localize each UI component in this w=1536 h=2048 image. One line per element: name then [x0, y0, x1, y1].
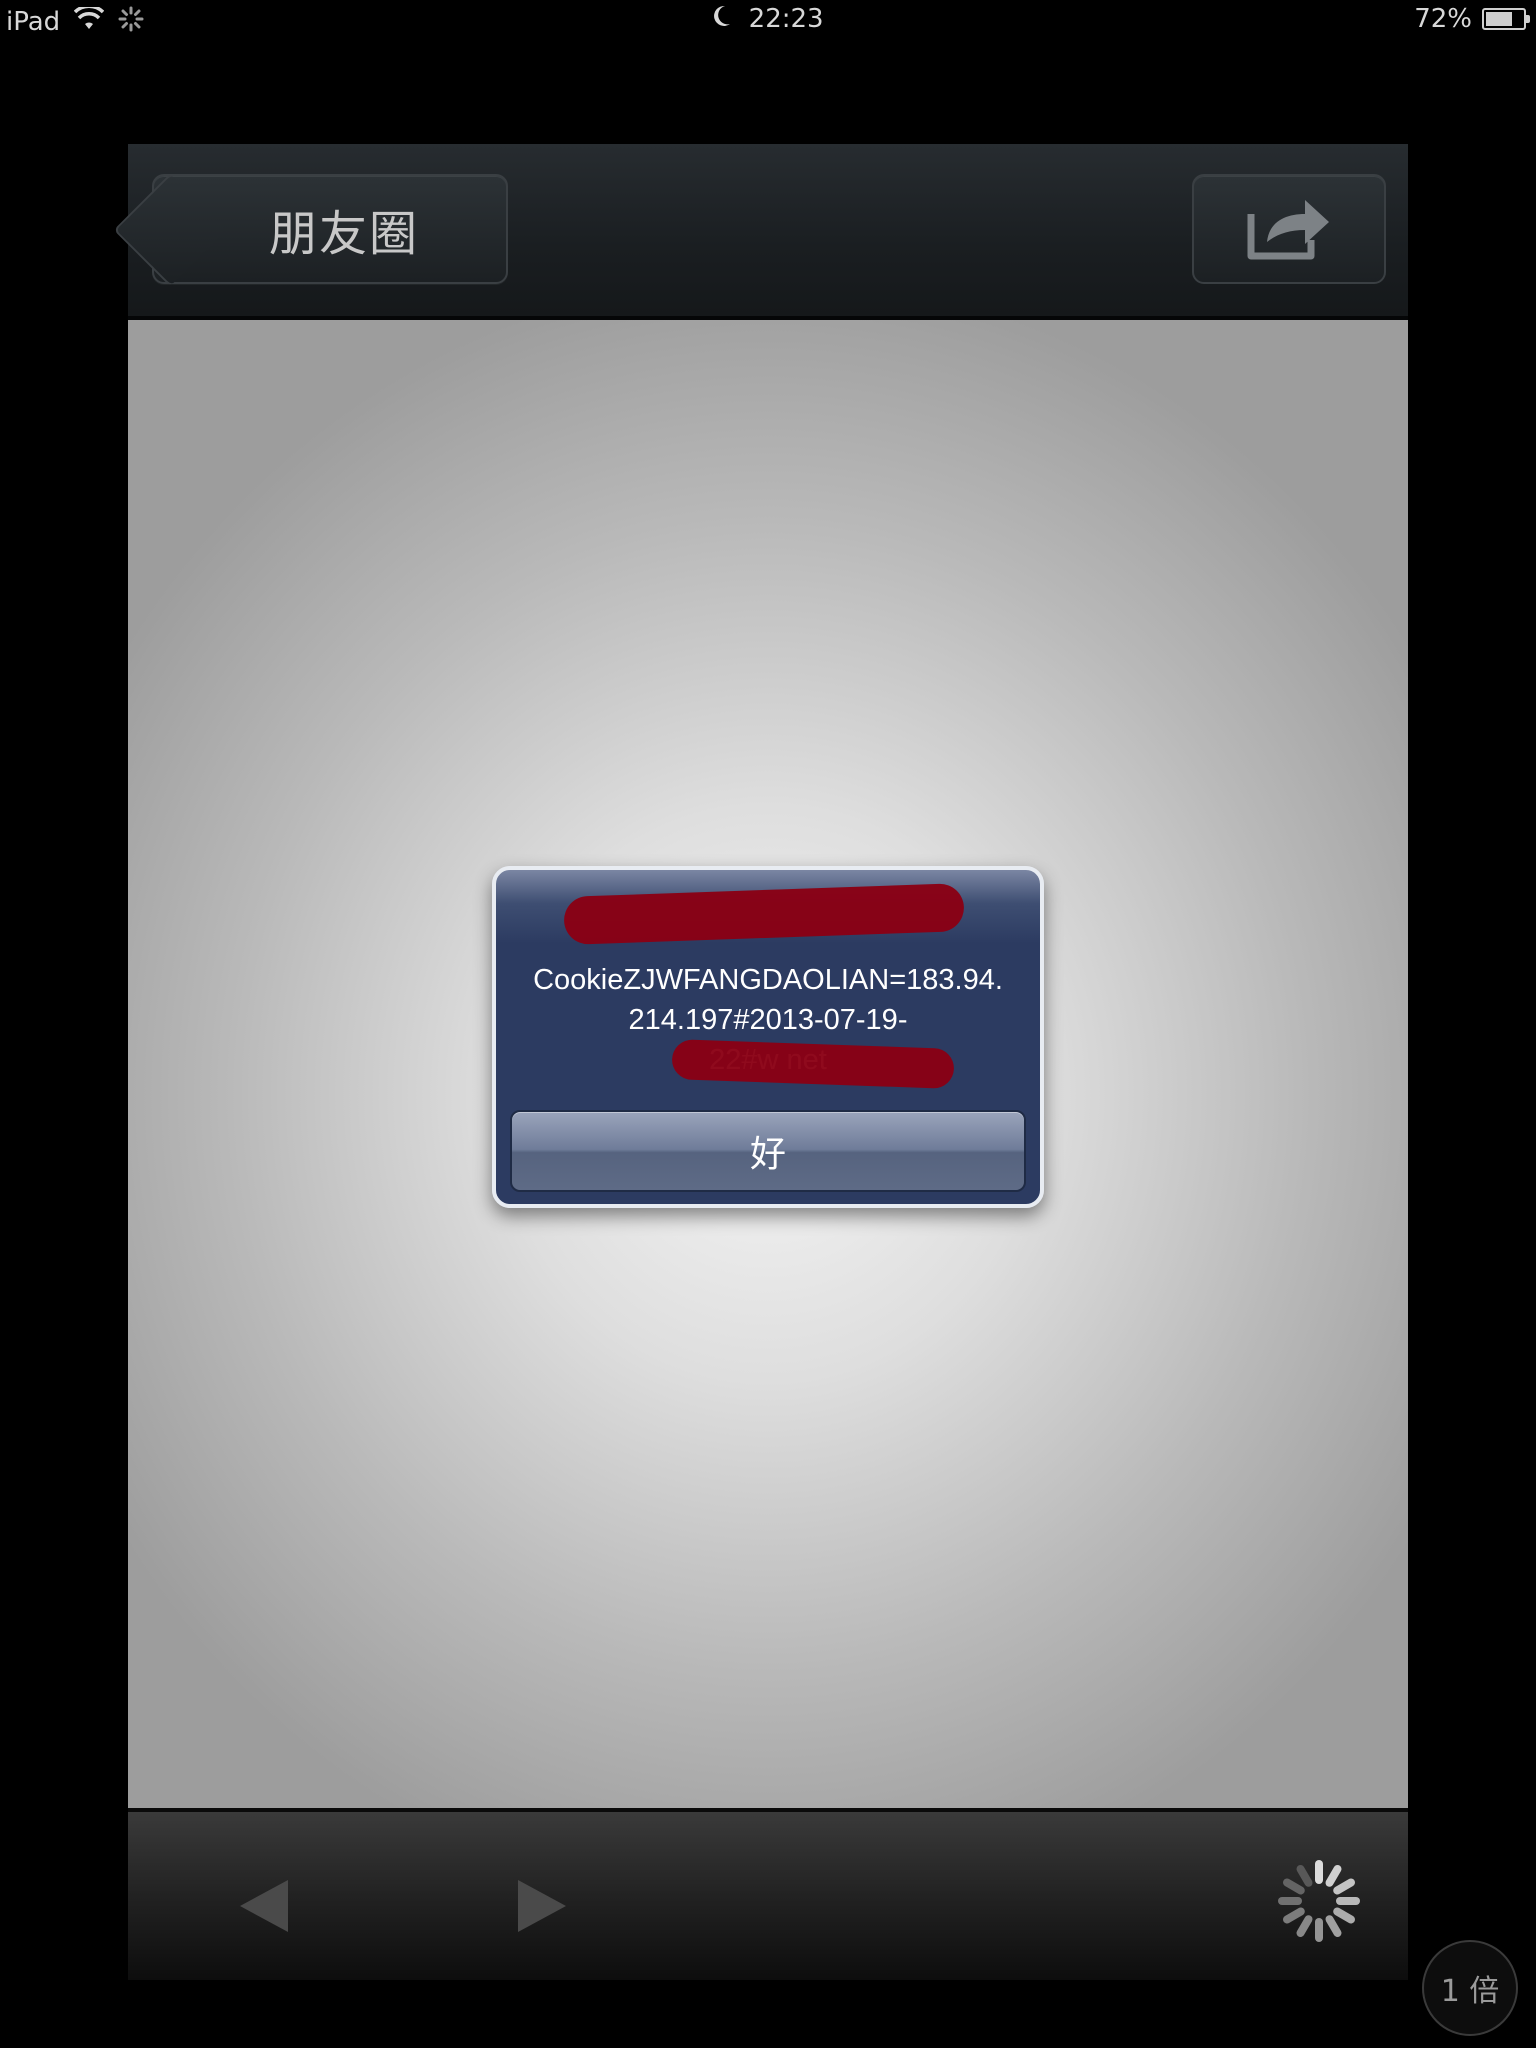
loading-spinner-icon [1274, 1856, 1364, 1950]
battery-icon [1482, 8, 1530, 30]
message-redaction-mark [671, 1039, 955, 1089]
back-chevron-shape [113, 173, 227, 287]
battery-level [1486, 12, 1512, 26]
back-button-label: 朋友圈 [268, 206, 419, 262]
zoom-level-badge[interactable]: 1 倍 [1422, 1940, 1518, 2036]
status-bar: iPad 22:23 72% [0, 0, 1536, 40]
back-button[interactable]: 朋友圈 [113, 173, 508, 287]
alert-message-line: 214.197#2013-07-19- [628, 1004, 908, 1036]
battery-percent: 72% [1414, 4, 1472, 34]
navigation-bar: 朋友圈 [113, 144, 1408, 320]
back-arrow-icon[interactable] [236, 1876, 292, 1940]
clock: 22:23 [748, 4, 824, 34]
bottom-toolbar [128, 1808, 1408, 1980]
share-button[interactable] [1192, 174, 1386, 284]
forward-arrow-icon[interactable] [514, 1876, 570, 1940]
alert-message-line: CookieZJWFANGDAOLIAN=183.94. [533, 964, 1003, 996]
ok-button[interactable]: 好 [510, 1110, 1026, 1192]
share-icon [1245, 192, 1333, 266]
moon-icon [712, 4, 732, 35]
alert-dialog: CookieZJWFANGDAOLIAN=183.94. 214.197#201… [492, 866, 1044, 1208]
